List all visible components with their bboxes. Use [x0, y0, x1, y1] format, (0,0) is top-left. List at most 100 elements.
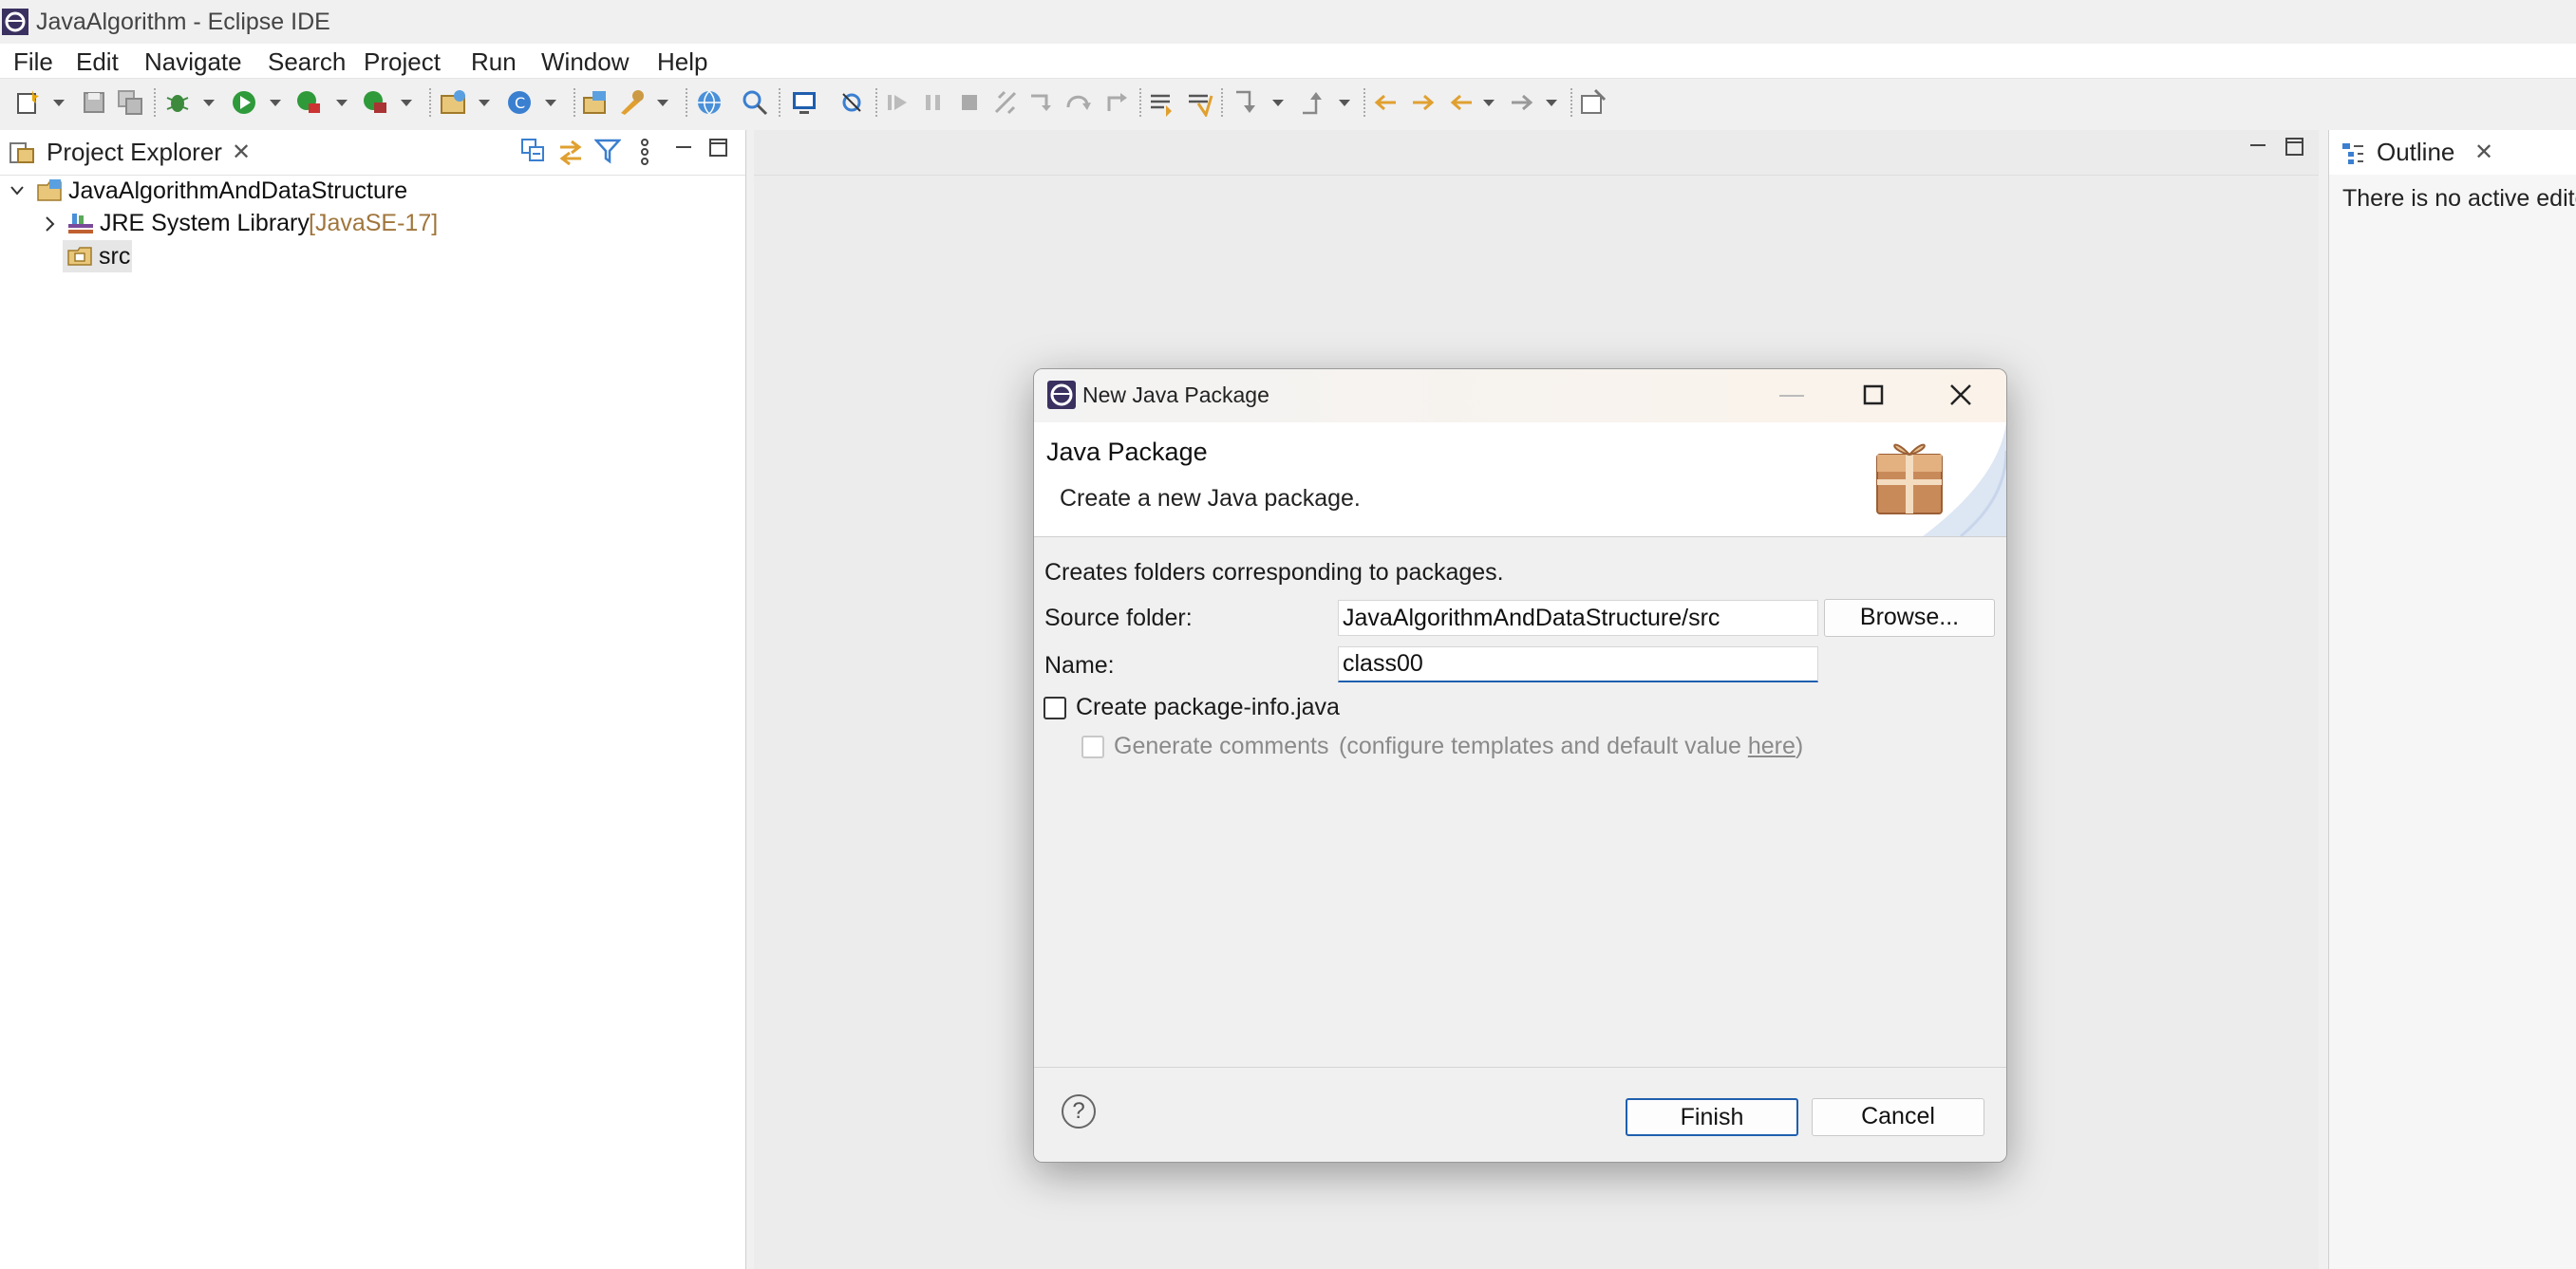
svg-text:C: C	[515, 94, 525, 112]
new-icon[interactable]	[13, 88, 42, 117]
open-task-icon[interactable]	[617, 88, 646, 117]
maximize-icon[interactable]	[708, 138, 729, 159]
terminate-icon[interactable]	[955, 88, 984, 117]
step-over-icon[interactable]	[1063, 88, 1092, 117]
cancel-button[interactable]: Cancel	[1812, 1098, 1984, 1136]
toggle-block-icon[interactable]	[1147, 88, 1175, 117]
name-label: Name:	[1044, 652, 1115, 679]
step-into-icon[interactable]	[1027, 88, 1056, 117]
outline-close-icon[interactable]: ✕	[2474, 141, 2493, 164]
open-task-dropdown-icon[interactable]	[657, 100, 668, 106]
name-input[interactable]	[1338, 646, 1818, 682]
configure-close-paren: )	[1795, 733, 1804, 759]
collapse-all-icon[interactable]	[520, 138, 547, 164]
editor-minimize-icon[interactable]	[2248, 138, 2267, 157]
minimize-icon[interactable]	[674, 138, 693, 157]
generate-comments-checkbox[interactable]	[1081, 736, 1104, 758]
menu-navigate[interactable]: Navigate	[144, 47, 242, 77]
menu-bar: File Edit Navigate Search Project Run Wi…	[0, 44, 2576, 79]
debug-dropdown-icon[interactable]	[203, 100, 215, 106]
dialog-maximize-icon[interactable]	[1863, 384, 1884, 405]
filter-icon[interactable]	[594, 138, 621, 164]
dialog-description: Create a new Java package.	[1060, 485, 1361, 512]
forward-dropdown-icon[interactable]	[1546, 100, 1557, 106]
new-dropdown-icon[interactable]	[53, 100, 65, 106]
tree-item-jre[interactable]: JRE System Library [JavaSE-17]	[0, 207, 745, 239]
editor-maximize-icon[interactable]	[2285, 137, 2305, 158]
toolbar-separator	[875, 88, 878, 117]
new-java-project-dropdown-icon[interactable]	[479, 100, 490, 106]
help-icon[interactable]: ?	[1062, 1094, 1096, 1129]
close-icon[interactable]: ✕	[232, 141, 251, 164]
project-explorer-title: Project Explorer	[47, 138, 222, 166]
finish-button[interactable]: Finish	[1626, 1098, 1798, 1136]
view-menu-icon[interactable]	[638, 138, 651, 166]
project-explorer-tab[interactable]: Project Explorer ✕	[0, 130, 745, 176]
dialog-title-bar: New Java Package	[1034, 369, 2006, 422]
toggle-mark-occurrences-icon[interactable]	[1185, 88, 1213, 117]
chevron-down-icon[interactable]	[9, 184, 25, 197]
disconnect-icon[interactable]	[991, 88, 1020, 117]
outline-tab[interactable]: Outline ✕	[2329, 130, 2576, 175]
skip-breakpoints-icon[interactable]	[837, 88, 866, 117]
generate-comments-label: Generate comments	[1114, 733, 1329, 759]
outline-view: Outline ✕ There is no active editor	[2328, 130, 2576, 1269]
dialog-minimize-icon[interactable]	[1779, 394, 1804, 398]
next-annotation-icon[interactable]	[1231, 88, 1259, 117]
menu-run[interactable]: Run	[471, 47, 517, 77]
debug-icon[interactable]	[163, 88, 192, 117]
run-icon[interactable]	[230, 88, 258, 117]
open-type-icon[interactable]	[581, 88, 610, 117]
new-class-dropdown-icon[interactable]	[545, 100, 556, 106]
suspend-icon[interactable]	[919, 88, 948, 117]
menu-project[interactable]: Project	[364, 47, 441, 77]
coverage-dropdown-icon[interactable]	[336, 100, 348, 106]
java-project-folder-icon	[37, 179, 62, 201]
toolbar-separator	[1139, 88, 1142, 117]
new-class-icon[interactable]: C	[505, 88, 534, 117]
source-folder-input[interactable]	[1338, 600, 1818, 636]
menu-help[interactable]: Help	[657, 47, 707, 77]
dialog-close-icon[interactable]	[1949, 383, 1972, 406]
external-tools-dropdown-icon[interactable]	[401, 100, 412, 106]
previous-annotation-dropdown-icon[interactable]	[1339, 100, 1350, 106]
window-title-bar: JavaAlgorithm - Eclipse IDE	[0, 0, 2576, 44]
search-tool-icon[interactable]	[741, 88, 769, 117]
tree-item-project[interactable]: JavaAlgorithmAndDataStructure	[0, 175, 745, 207]
forward-history-icon[interactable]	[1409, 88, 1438, 117]
browse-button[interactable]: Browse...	[1824, 599, 1995, 637]
back-icon[interactable]	[1447, 88, 1476, 117]
pin-editor-icon[interactable]	[1578, 88, 1607, 117]
previous-annotation-icon[interactable]	[1297, 88, 1326, 117]
dialog-heading: Java Package	[1046, 438, 1208, 466]
menu-window[interactable]: Window	[541, 47, 629, 77]
tree-item-src[interactable]: src	[63, 240, 132, 272]
chevron-right-icon[interactable]	[44, 215, 55, 233]
window-title: JavaAlgorithm - Eclipse IDE	[36, 9, 330, 35]
menu-search[interactable]: Search	[268, 47, 346, 77]
terminal-icon[interactable]	[790, 88, 818, 117]
link-with-editor-icon[interactable]	[556, 138, 585, 166]
run-dropdown-icon[interactable]	[270, 100, 281, 106]
new-java-package-dialog: New Java Package Java Package Create a n…	[1033, 368, 2007, 1163]
menu-edit[interactable]: Edit	[76, 47, 119, 77]
web-browser-icon[interactable]	[695, 88, 724, 117]
forward-icon[interactable]	[1508, 88, 1536, 117]
step-return-icon[interactable]	[1101, 88, 1130, 117]
here-link[interactable]: here	[1748, 733, 1796, 759]
back-dropdown-icon[interactable]	[1483, 100, 1495, 106]
eclipse-dialog-icon	[1047, 381, 1076, 409]
save-all-icon[interactable]	[116, 88, 144, 117]
new-java-project-icon[interactable]	[439, 88, 467, 117]
next-annotation-dropdown-icon[interactable]	[1272, 100, 1284, 106]
toolbar-separator	[1363, 88, 1366, 117]
last-edit-location-icon[interactable]	[1371, 88, 1400, 117]
resume-icon[interactable]	[883, 88, 912, 117]
menu-file[interactable]: File	[13, 47, 53, 77]
eclipse-logo-icon	[2, 9, 28, 35]
create-package-info-checkbox[interactable]	[1044, 697, 1066, 719]
coverage-icon[interactable]	[294, 88, 323, 117]
save-icon[interactable]	[80, 88, 108, 117]
external-tools-icon[interactable]	[361, 88, 389, 117]
configure-templates-text: (configure templates and default value h…	[1339, 733, 1803, 760]
